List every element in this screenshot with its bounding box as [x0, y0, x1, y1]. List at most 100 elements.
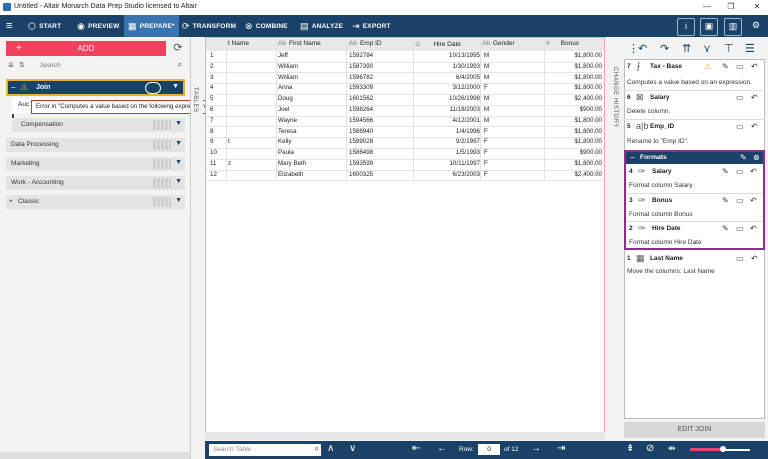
redo-icon[interactable]: ↷ — [660, 42, 669, 55]
table-cell[interactable]: z — [228, 160, 231, 167]
undo-icon[interactable]: ↶ — [638, 42, 647, 55]
table-cell[interactable]: 6 — [210, 106, 213, 113]
table-cell[interactable]: 4 — [210, 84, 213, 91]
table-cell[interactable]: $1,800.00 — [550, 52, 602, 59]
undo-step-icon[interactable]: ↶ — [751, 93, 758, 102]
hierarchy-icon[interactable]: ⊤ — [724, 42, 734, 55]
fit-columns-icon[interactable]: ⇟ — [626, 443, 634, 454]
table-cell[interactable]: 10/26/1998 — [416, 95, 480, 102]
layout-icon[interactable]: ☰ — [745, 42, 755, 55]
dropdown-arrow-icon[interactable]: ▼ — [175, 159, 182, 166]
next-row-icon[interactable]: → — [531, 443, 541, 454]
group-compensation[interactable]: Compensation ▼ — [12, 118, 185, 132]
table-cell[interactable]: Teresa — [278, 128, 297, 135]
table-cell[interactable]: 1596782 — [349, 74, 373, 81]
table-cell[interactable]: 1599028 — [349, 138, 373, 145]
table-cell[interactable]: $900.00 — [550, 149, 602, 156]
sort-icon[interactable]: ⇊ — [8, 61, 14, 69]
group-marketing[interactable]: Marketing ▼ — [6, 157, 185, 171]
comment-icon[interactable]: ▭ — [736, 62, 744, 71]
table-cell[interactable]: $900.00 — [550, 106, 602, 113]
table-cell[interactable]: 10 — [210, 149, 217, 156]
group-data-processing[interactable]: Data Processing ▼ — [6, 138, 185, 152]
table-cell[interactable]: 10/13/1995 — [416, 52, 480, 59]
dropdown-arrow-icon[interactable]: ▼ — [172, 83, 179, 90]
table-cell[interactable]: Jeff — [278, 52, 288, 59]
comment-icon[interactable]: ▭ — [736, 224, 744, 233]
edit-icon[interactable]: ✎ — [722, 224, 729, 233]
tab-prepare[interactable]: ▦ PREPARE* — [124, 15, 179, 37]
table-cell[interactable]: Joel — [278, 106, 289, 113]
table-cell[interactable]: t — [228, 138, 230, 145]
left-scrollbar[interactable] — [0, 452, 190, 459]
table-cell[interactable]: 1600325 — [349, 171, 373, 178]
table-cell[interactable]: 2 — [210, 63, 213, 70]
table-cell[interactable]: Wayne — [278, 117, 297, 124]
table-cell[interactable]: 11/18/2003 — [416, 106, 480, 113]
move-top-icon[interactable]: ⇈ — [682, 42, 691, 55]
table-cell[interactable]: 6/23/2003 — [416, 171, 480, 178]
previous-row-icon[interactable]: ← — [437, 443, 447, 454]
undo-step-icon[interactable]: ↶ — [751, 62, 758, 71]
change-history-sidebar[interactable]: CHANGE HISTORY — [610, 37, 623, 457]
table-cell[interactable]: 9 — [210, 138, 213, 145]
edit-icon[interactable]: ✎ — [722, 196, 729, 205]
comment-icon[interactable]: ▭ — [736, 167, 744, 176]
dropdown-arrow-icon[interactable]: ▼ — [175, 140, 182, 147]
table-cell[interactable]: $1,800.00 — [550, 138, 602, 145]
table-cell[interactable]: 1/30/1993 — [416, 63, 480, 70]
table-cell[interactable]: $1,800.00 — [550, 117, 602, 124]
undo-step-icon[interactable]: ↶ — [750, 196, 757, 205]
undo-step-icon[interactable]: ↶ — [750, 167, 757, 176]
table-cell[interactable]: 6/4/2005 — [416, 74, 480, 81]
table-cell[interactable]: $1,800.00 — [550, 74, 602, 81]
edit-icon[interactable]: ✎ — [722, 167, 729, 176]
tab-combine[interactable]: ⊗ COMBINE — [245, 15, 288, 37]
table-cell[interactable]: 12 — [210, 171, 217, 178]
history-item-salary-delete[interactable]: 6 ⊠ Salary ▭ ↶ Delete column. — [624, 90, 765, 119]
tab-preview[interactable]: ◉ PREVIEW — [77, 15, 119, 37]
table-cell[interactable]: 1593599 — [349, 160, 373, 167]
add-button[interactable]: + ADD — [6, 41, 166, 56]
table-cell[interactable]: M — [484, 95, 489, 102]
table-cell[interactable]: 1/5/1993 — [416, 149, 480, 156]
collapse-icon[interactable]: − — [11, 83, 16, 92]
table-cell[interactable]: 1586498 — [349, 149, 373, 156]
comment-icon[interactable]: ▭ — [736, 122, 744, 131]
next-match-icon[interactable]: ∨ — [349, 443, 356, 454]
undo-step-icon[interactable]: ↶ — [751, 122, 758, 131]
filter-icon[interactable]: ⋎ — [703, 42, 711, 55]
dropdown-arrow-icon[interactable]: ▼ — [175, 178, 182, 185]
table-cell[interactable]: Paula — [278, 149, 294, 156]
no-filter-icon[interactable]: ⊘ — [646, 443, 654, 454]
refresh-button[interactable]: ⟳ — [171, 41, 185, 55]
table-cell[interactable]: Kelly — [278, 138, 291, 145]
table-cell[interactable]: 1593309 — [349, 84, 373, 91]
history-item-last-name-move[interactable]: 1 ▦ Last Name ▭ ↶ Move the columns: Last… — [624, 252, 765, 280]
table-cell[interactable]: F — [484, 149, 488, 156]
table-cell[interactable]: 1592784 — [349, 52, 373, 59]
table-cell[interactable]: Elizabeth — [278, 171, 303, 178]
column-header-gender[interactable]: Ab Gender — [482, 40, 515, 47]
search-icon[interactable]: ⌕ — [315, 444, 319, 454]
table-cell[interactable]: $1,800.00 — [550, 128, 602, 135]
table-cell[interactable]: F — [484, 84, 488, 91]
library-button[interactable]: ▥ — [724, 18, 742, 36]
table-cell[interactable]: $1,800.00 — [550, 160, 602, 167]
table-cell[interactable]: 9/2/1997 — [416, 138, 480, 145]
table-cell[interactable]: $1,800.00 — [550, 84, 602, 91]
table-cell[interactable]: 3/12/2000 — [416, 84, 480, 91]
table-cell[interactable]: M — [484, 117, 489, 124]
table-cell[interactable]: M — [484, 106, 489, 113]
sort-az-icon[interactable]: ⇅ — [19, 61, 25, 69]
table-cell[interactable]: M — [484, 63, 489, 70]
table-cell[interactable]: 1598264 — [349, 106, 373, 113]
tables-sidebar[interactable]: TABLES — [190, 37, 203, 459]
table-cell[interactable]: William — [278, 74, 298, 81]
table-cell[interactable]: $2,400.00 — [550, 171, 602, 178]
formats-group-header[interactable]: − Formats ✎ ⊗ — [626, 152, 763, 164]
table-cell[interactable]: 5 — [210, 95, 213, 102]
search-icon[interactable]: ⌕ — [178, 60, 182, 70]
group-work-accounting[interactable]: Work - Accounting ▼ — [6, 176, 185, 190]
table-cell[interactable]: 7 — [210, 117, 213, 124]
